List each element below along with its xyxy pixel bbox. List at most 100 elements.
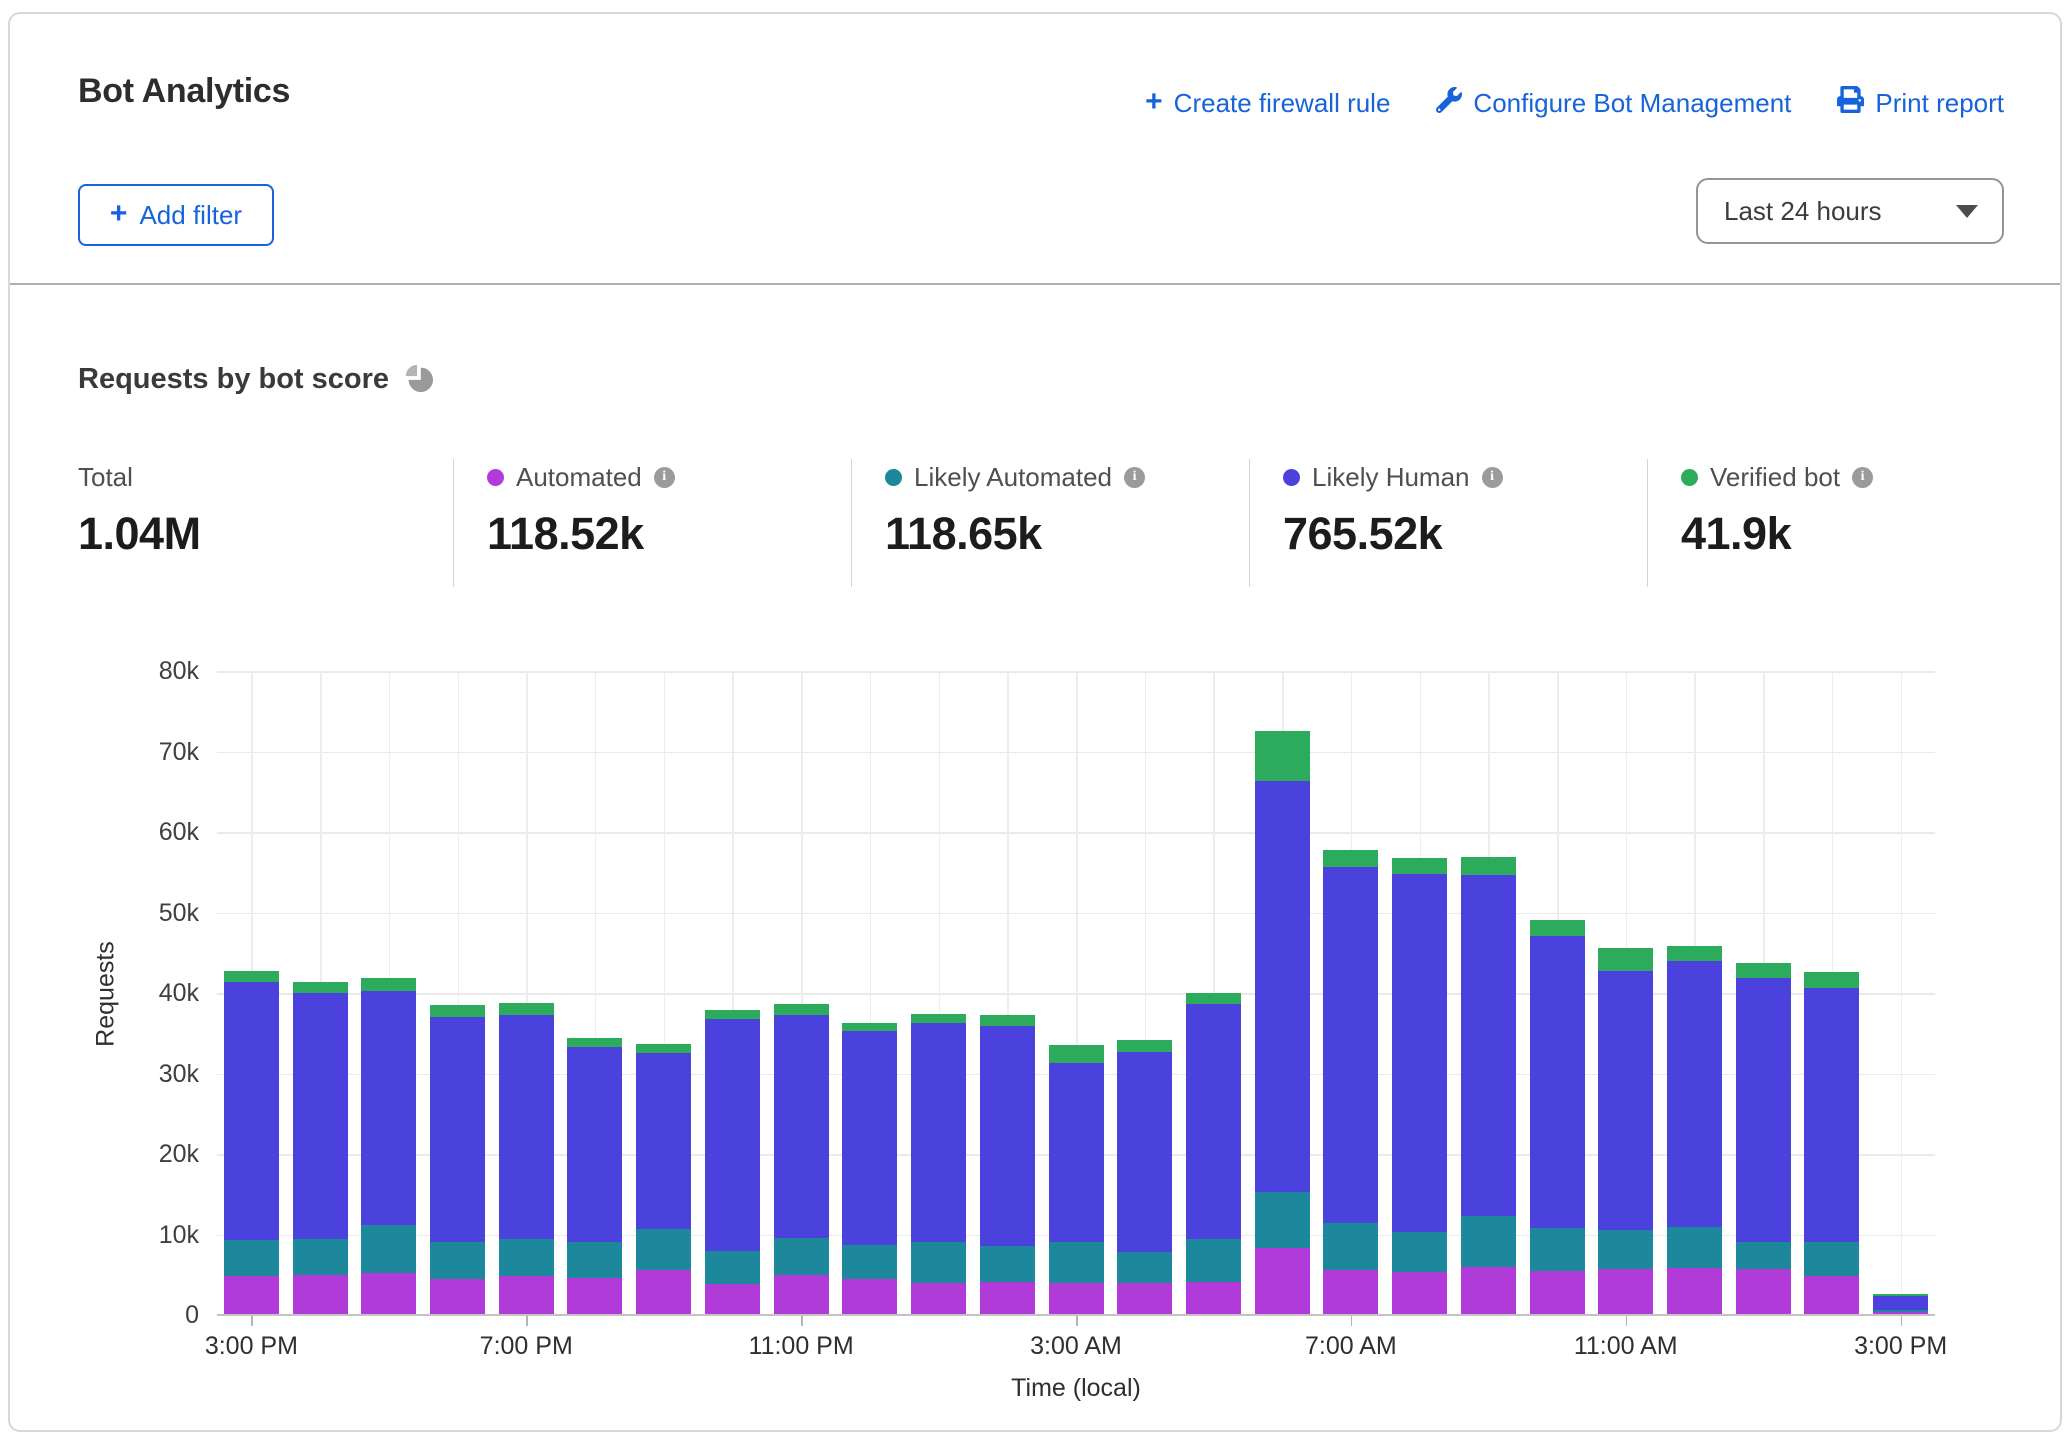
likely-human-segment[interactable] [1323,867,1378,1223]
likely-automated-segment[interactable] [636,1229,691,1270]
likely-human-segment[interactable] [980,1026,1035,1246]
info-icon[interactable]: i [1124,467,1145,488]
likely-human-segment[interactable] [774,1015,829,1238]
verified-bot-segment[interactable] [774,1004,829,1015]
verified-bot-segment[interactable] [293,982,348,992]
automated-segment[interactable] [842,1279,897,1314]
likely-automated-segment[interactable] [1392,1232,1447,1272]
likely-automated-segment[interactable] [361,1225,416,1272]
time-range-dropdown[interactable]: Last 24 hours [1696,178,2004,244]
likely-automated-segment[interactable] [224,1240,279,1276]
automated-segment[interactable] [1667,1268,1722,1314]
likely-human-segment[interactable] [430,1017,485,1242]
automated-segment[interactable] [705,1284,760,1314]
verified-bot-segment[interactable] [1323,850,1378,868]
likely-automated-segment[interactable] [705,1251,760,1284]
automated-segment[interactable] [430,1279,485,1314]
verified-bot-segment[interactable] [430,1005,485,1017]
verified-bot-segment[interactable] [567,1038,622,1047]
likely-human-segment[interactable] [1392,874,1447,1231]
likely-automated-segment[interactable] [1186,1239,1241,1282]
automated-segment[interactable] [1323,1270,1378,1314]
likely-automated-segment[interactable] [1598,1230,1653,1269]
likely-automated-segment[interactable] [430,1242,485,1278]
verified-bot-segment[interactable] [1461,857,1516,875]
likely-automated-segment[interactable] [842,1245,897,1280]
info-icon[interactable]: i [1852,467,1873,488]
automated-segment[interactable] [980,1282,1035,1314]
verified-bot-segment[interactable] [980,1015,1035,1025]
automated-segment[interactable] [1392,1272,1447,1314]
likely-human-segment[interactable] [636,1053,691,1228]
automated-segment[interactable] [1117,1283,1172,1314]
verified-bot-segment[interactable] [361,978,416,991]
likely-human-segment[interactable] [705,1019,760,1251]
verified-bot-segment[interactable] [1530,920,1585,937]
automated-segment[interactable] [774,1275,829,1314]
likely-human-segment[interactable] [1117,1052,1172,1252]
likely-human-segment[interactable] [293,993,348,1239]
likely-automated-segment[interactable] [1736,1242,1791,1269]
likely-automated-segment[interactable] [1255,1192,1310,1248]
verified-bot-segment[interactable] [1667,946,1722,960]
likely-automated-segment[interactable] [774,1238,829,1275]
likely-human-segment[interactable] [842,1031,897,1245]
likely-automated-segment[interactable] [293,1239,348,1275]
verified-bot-segment[interactable] [224,971,279,981]
likely-human-segment[interactable] [1667,961,1722,1227]
verified-bot-segment[interactable] [636,1044,691,1053]
likely-human-segment[interactable] [911,1023,966,1241]
create-firewall-rule-link[interactable]: + Create firewall rule [1145,88,1390,119]
likely-human-segment[interactable] [361,991,416,1225]
likely-human-segment[interactable] [1461,875,1516,1216]
likely-automated-segment[interactable] [1667,1227,1722,1268]
likely-automated-segment[interactable] [911,1242,966,1283]
verified-bot-segment[interactable] [842,1023,897,1031]
verified-bot-segment[interactable] [1117,1040,1172,1053]
likely-automated-segment[interactable] [1049,1242,1104,1283]
automated-segment[interactable] [1804,1276,1859,1314]
automated-segment[interactable] [1873,1312,1928,1314]
likely-human-segment[interactable] [224,982,279,1240]
configure-bot-management-link[interactable]: Configure Bot Management [1436,87,1791,120]
automated-segment[interactable] [1598,1269,1653,1314]
automated-segment[interactable] [1186,1282,1241,1314]
automated-segment[interactable] [1736,1269,1791,1314]
likely-human-segment[interactable] [1530,936,1585,1227]
print-report-link[interactable]: Print report [1837,86,2004,120]
automated-segment[interactable] [293,1275,348,1314]
likely-human-segment[interactable] [1873,1296,1928,1310]
automated-segment[interactable] [1049,1283,1104,1314]
automated-segment[interactable] [1530,1271,1585,1314]
verified-bot-segment[interactable] [1392,858,1447,875]
likely-automated-segment[interactable] [1461,1216,1516,1267]
verified-bot-segment[interactable] [499,1003,554,1015]
likely-automated-segment[interactable] [1117,1252,1172,1283]
automated-segment[interactable] [224,1276,279,1314]
info-icon[interactable]: i [654,467,675,488]
likely-human-segment[interactable] [1598,971,1653,1230]
verified-bot-segment[interactable] [1186,993,1241,1004]
likely-automated-segment[interactable] [1530,1228,1585,1271]
automated-segment[interactable] [1255,1248,1310,1314]
automated-segment[interactable] [1461,1267,1516,1314]
likely-human-segment[interactable] [1804,988,1859,1242]
likely-automated-segment[interactable] [499,1239,554,1276]
likely-automated-segment[interactable] [980,1246,1035,1282]
likely-human-segment[interactable] [1186,1004,1241,1239]
likely-human-segment[interactable] [1049,1063,1104,1243]
verified-bot-segment[interactable] [1255,731,1310,781]
automated-segment[interactable] [499,1276,554,1314]
automated-segment[interactable] [636,1270,691,1314]
likely-automated-segment[interactable] [567,1242,622,1278]
add-filter-button[interactable]: + Add filter [78,184,274,246]
verified-bot-segment[interactable] [1804,972,1859,988]
automated-segment[interactable] [361,1273,416,1314]
verified-bot-segment[interactable] [1736,963,1791,978]
automated-segment[interactable] [567,1278,622,1314]
likely-human-segment[interactable] [499,1015,554,1240]
likely-human-segment[interactable] [567,1047,622,1242]
automated-segment[interactable] [911,1283,966,1314]
likely-automated-segment[interactable] [1804,1242,1859,1277]
likely-automated-segment[interactable] [1323,1223,1378,1270]
